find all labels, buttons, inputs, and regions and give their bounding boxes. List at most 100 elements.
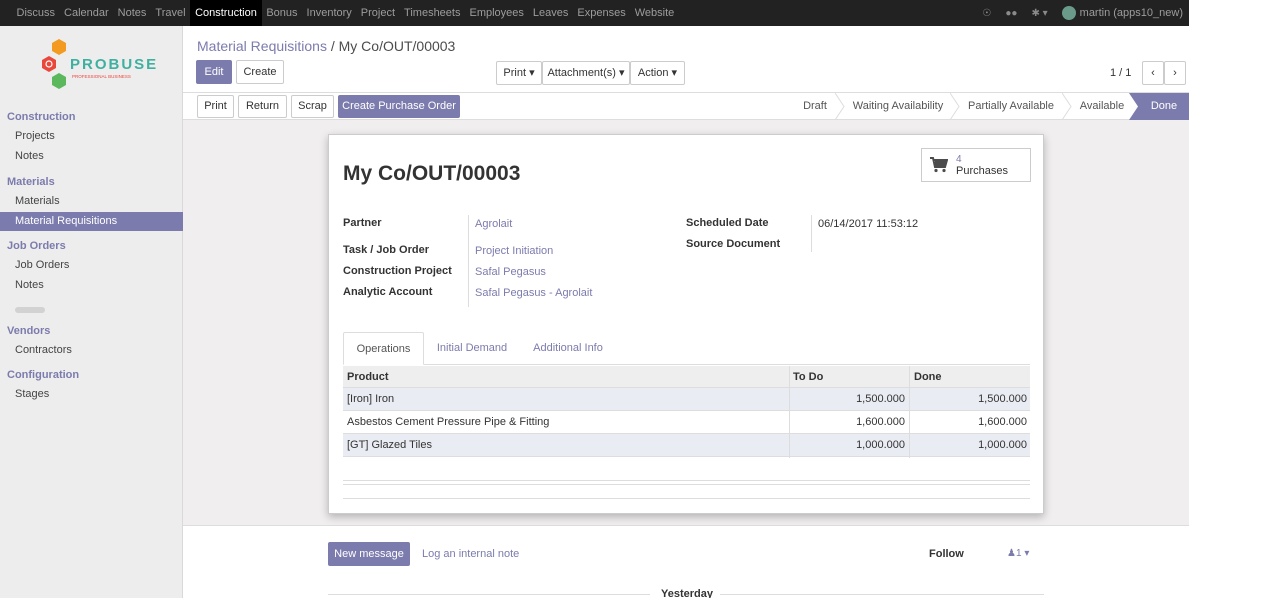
sidebar-item-job-notes[interactable]: Notes bbox=[0, 276, 183, 295]
menu-discuss[interactable]: Discuss bbox=[12, 0, 60, 26]
table-footer-line bbox=[343, 480, 1030, 481]
tab-additional-info[interactable]: Additional Info bbox=[527, 332, 609, 365]
pager-previous-button[interactable]: ‹ bbox=[1142, 61, 1164, 85]
stage-waiting-availability: Waiting Availability bbox=[852, 100, 944, 112]
pager-value[interactable]: 1 / 1 bbox=[1110, 67, 1131, 79]
partner-value[interactable]: Agrolait bbox=[475, 218, 512, 230]
menu-travel[interactable]: Travel bbox=[151, 0, 190, 26]
print-button[interactable]: Print bbox=[197, 95, 234, 118]
menu-employees[interactable]: Employees bbox=[465, 0, 528, 26]
breadcrumb: Material Requisitions / My Co/OUT/00003 bbox=[197, 38, 455, 54]
user-menu[interactable]: martin (apps10_new) bbox=[1061, 6, 1183, 20]
construction-project-label: Construction Project bbox=[343, 265, 452, 277]
systray: ☉ ●● ✱ ▾ martin (apps10_new) bbox=[982, 6, 1189, 20]
cell-done: 1,600.000 bbox=[978, 416, 1027, 428]
purchases-smart-button[interactable]: 4 Purchases bbox=[921, 148, 1031, 182]
sidebar-item-notes[interactable]: Notes bbox=[0, 147, 183, 166]
right-margin bbox=[1189, 0, 1286, 598]
source-document-label: Source Document bbox=[686, 238, 781, 250]
globe-icon[interactable]: ☉ bbox=[982, 8, 991, 19]
menu-construction[interactable]: Construction bbox=[190, 0, 262, 26]
user-icon: ♟ bbox=[1007, 548, 1016, 559]
record-title: My Co/OUT/00003 bbox=[343, 162, 521, 185]
attachments-dropdown-label: Attachment(s) bbox=[547, 67, 616, 79]
follow-button[interactable]: Follow bbox=[929, 548, 964, 560]
sidebar-heading-job-orders: Job Orders bbox=[7, 240, 66, 252]
sidebar-item-blurred[interactable] bbox=[15, 307, 45, 313]
create-purchase-order-button[interactable]: Create Purchase Order bbox=[338, 95, 460, 118]
date-separator: Yesterday bbox=[661, 588, 713, 598]
scheduled-date-label: Scheduled Date bbox=[686, 217, 769, 229]
operations-table: Product To Do Done [Iron] Iron 1,500.000… bbox=[343, 366, 1030, 458]
column-product[interactable]: Product bbox=[347, 366, 389, 388]
table-row[interactable]: [Iron] Iron 1,500.000 1,500.000 bbox=[343, 388, 1030, 411]
menu-website[interactable]: Website bbox=[630, 0, 679, 26]
cell-done: 1,500.000 bbox=[978, 393, 1027, 405]
sidebar-heading-materials: Materials bbox=[7, 176, 55, 188]
menu-calendar[interactable]: Calendar bbox=[60, 0, 114, 26]
followers-dropdown[interactable]: ♟1 ▾ bbox=[1007, 548, 1029, 559]
tab-initial-demand[interactable]: Initial Demand bbox=[431, 332, 513, 365]
purchases-count: 4 bbox=[956, 154, 962, 165]
cell-to-do: 1,600.000 bbox=[856, 416, 905, 428]
sidebar-heading-construction: Construction bbox=[7, 111, 76, 123]
table-row[interactable]: Asbestos Cement Pressure Pipe & Fitting … bbox=[343, 411, 1030, 434]
sidebar-item-materials[interactable]: Materials bbox=[0, 192, 183, 211]
top-menu: Discuss Calendar Notes Travel Constructi… bbox=[0, 0, 679, 26]
column-divider bbox=[909, 366, 910, 458]
menu-bonus[interactable]: Bonus bbox=[262, 0, 302, 26]
logo-text: PROBUSE bbox=[70, 56, 156, 73]
caret-down-icon: ▾ bbox=[619, 67, 625, 79]
debug-icon[interactable]: ✱ ▾ bbox=[1031, 8, 1047, 19]
table-row[interactable]: [GT] Glazed Tiles 1,000.000 1,000.000 bbox=[343, 434, 1030, 457]
field-divider bbox=[811, 215, 812, 252]
task-job-order-label: Task / Job Order bbox=[343, 244, 429, 256]
edit-button[interactable]: Edit bbox=[196, 60, 232, 84]
sidebar-item-projects[interactable]: Projects bbox=[0, 127, 183, 146]
analytic-account-value[interactable]: Safal Pegasus - Agrolait bbox=[475, 287, 592, 299]
scrap-button[interactable]: Scrap bbox=[291, 95, 334, 118]
column-to-do[interactable]: To Do bbox=[793, 366, 823, 388]
sidebar-item-stages[interactable]: Stages bbox=[0, 385, 183, 404]
date-separator-line bbox=[328, 594, 650, 595]
print-dropdown[interactable]: Print ▾ bbox=[496, 61, 542, 85]
table-header: Product To Do Done bbox=[343, 366, 1030, 388]
task-job-order-value[interactable]: Project Initiation bbox=[475, 245, 553, 257]
field-divider bbox=[468, 215, 469, 307]
menu-expenses[interactable]: Expenses bbox=[573, 0, 630, 26]
followers-count: 1 bbox=[1015, 548, 1022, 559]
sidebar-item-contractors[interactable]: Contractors bbox=[0, 341, 183, 360]
tab-operations[interactable]: Operations bbox=[343, 332, 424, 365]
breadcrumb-separator: / bbox=[330, 38, 335, 54]
chat-icon[interactable]: ●● bbox=[1005, 8, 1017, 19]
menu-project[interactable]: Project bbox=[356, 0, 399, 26]
chevron-right-icon: › bbox=[1173, 67, 1177, 79]
return-button[interactable]: Return bbox=[238, 95, 287, 118]
menu-leaves[interactable]: Leaves bbox=[528, 0, 572, 26]
create-button[interactable]: Create bbox=[236, 60, 284, 84]
construction-project-value[interactable]: Safal Pegasus bbox=[475, 266, 546, 278]
menu-notes[interactable]: Notes bbox=[113, 0, 151, 26]
pager-next-button[interactable]: › bbox=[1164, 61, 1186, 85]
sidebar-item-job-orders[interactable]: Job Orders bbox=[0, 256, 183, 275]
action-dropdown[interactable]: Action ▾ bbox=[630, 61, 685, 85]
shopping-cart-icon bbox=[930, 157, 948, 173]
cell-done: 1,000.000 bbox=[978, 439, 1027, 451]
user-name: martin (apps10_new) bbox=[1079, 7, 1183, 19]
stage-separator bbox=[1062, 93, 1072, 120]
status-bar: Print Return Scrap Create Purchase Order… bbox=[183, 93, 1189, 120]
menu-timesheets[interactable]: Timesheets bbox=[400, 0, 465, 26]
sidebar-item-material-requisitions[interactable]: Material Requisitions bbox=[0, 212, 183, 231]
breadcrumb-parent[interactable]: Material Requisitions bbox=[197, 38, 327, 54]
stage-separator bbox=[1129, 93, 1139, 120]
table-footer-line bbox=[343, 484, 1030, 485]
log-note-link[interactable]: Log an internal note bbox=[422, 548, 519, 560]
new-message-button[interactable]: New message bbox=[328, 542, 410, 566]
menu-inventory[interactable]: Inventory bbox=[302, 0, 356, 26]
chevron-left-icon: ‹ bbox=[1151, 67, 1155, 79]
attachments-dropdown[interactable]: Attachment(s) ▾ bbox=[542, 61, 630, 85]
column-done[interactable]: Done bbox=[914, 366, 942, 388]
purchases-label: Purchases bbox=[956, 165, 1008, 177]
analytic-account-label: Analytic Account bbox=[343, 286, 433, 298]
breadcrumb-current: My Co/OUT/00003 bbox=[338, 38, 456, 54]
